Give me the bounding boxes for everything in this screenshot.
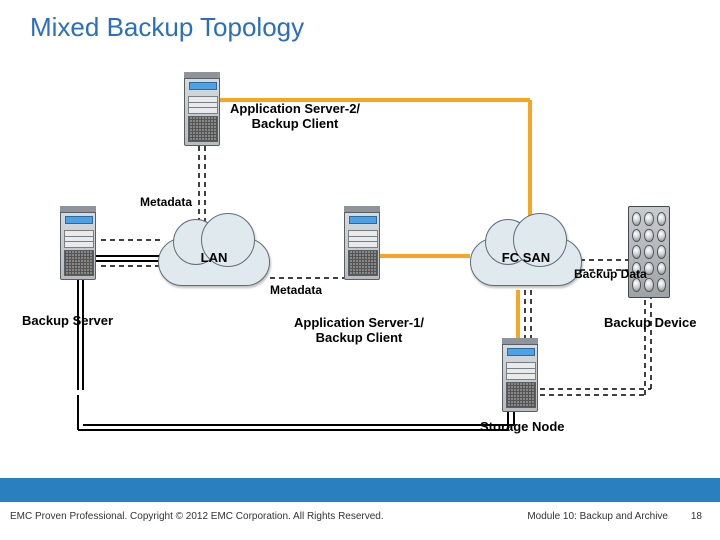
backup-device-label: Backup Device bbox=[604, 316, 697, 331]
backup-device bbox=[628, 206, 670, 298]
fcsan-cloud: FC SAN bbox=[470, 238, 582, 286]
app-server-2 bbox=[184, 72, 220, 146]
app-server-1-label: Application Server-1/ Backup Client bbox=[294, 316, 424, 346]
storage-node bbox=[502, 338, 538, 412]
backup-server-node bbox=[60, 206, 96, 280]
lan-cloud: LAN bbox=[158, 238, 270, 286]
app-server-1 bbox=[344, 206, 380, 280]
backup-server-label: Backup Server bbox=[22, 314, 113, 329]
metadata-mid-label: Metadata bbox=[270, 284, 322, 298]
slide-number: 18 bbox=[691, 511, 702, 522]
app-server-2-label: Application Server-2/ Backup Client bbox=[230, 102, 360, 132]
footer-module: Module 10: Backup and Archive bbox=[527, 511, 668, 522]
fcsan-label: FC SAN bbox=[470, 250, 582, 265]
lan-label: LAN bbox=[158, 250, 270, 265]
storage-node-label: Storage Node bbox=[480, 420, 565, 435]
footer-copyright: EMC Proven Professional. Copyright © 201… bbox=[10, 511, 384, 522]
backup-data-label: Backup Data bbox=[574, 268, 647, 282]
slide-title: Mixed Backup Topology bbox=[30, 12, 304, 43]
footer-bar bbox=[0, 478, 720, 502]
metadata-top-label: Metadata bbox=[140, 196, 192, 210]
